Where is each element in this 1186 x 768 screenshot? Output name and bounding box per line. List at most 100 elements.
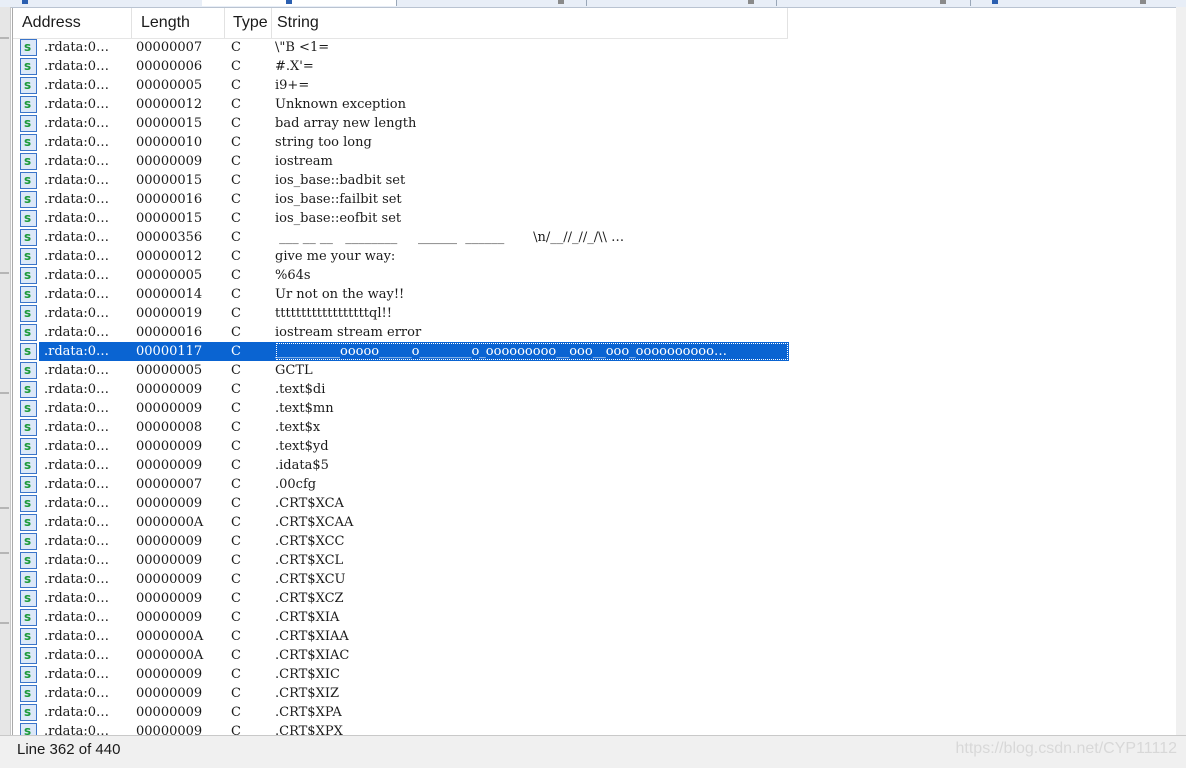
cell-string: .text$yd (275, 439, 329, 454)
cell-type: C (231, 496, 241, 511)
table-row[interactable]: s .rdata:0… 00000356 C ___ __ __ ________ _… (13, 228, 1185, 247)
table-row[interactable]: s .rdata:0… 00000009 C .CRT$XCL (13, 551, 1185, 570)
cell-address: .rdata:0… (44, 306, 110, 321)
table-row-selected[interactable]: s .rdata:0… 00000117 C __________ooooo_____o… (13, 342, 1185, 361)
table-row[interactable]: s .rdata:0… 00000005 C GCTL (13, 361, 1185, 380)
table-row[interactable]: s .rdata:0… 00000009 C .CRT$XPX (13, 722, 1185, 735)
table-row[interactable]: s .rdata:0… 0000000A C .CRT$XCAA (13, 513, 1185, 532)
tab-close-icon[interactable] (748, 0, 754, 4)
cell-type: C (231, 591, 241, 606)
table-row[interactable]: s .rdata:0… 00000010 Cstring too long (13, 133, 1185, 152)
table-row[interactable]: s .rdata:0… 00000005 Ci9+= (13, 76, 1185, 95)
cell-address: .rdata:0… (44, 211, 110, 226)
column-header-length[interactable]: Length (132, 8, 225, 38)
cell-type: C (231, 325, 241, 340)
table-row[interactable]: s .rdata:0… 00000009 C .idata$5 (13, 456, 1185, 475)
cell-string: Unknown exception (275, 97, 406, 112)
vertical-scrollbar[interactable] (1176, 7, 1186, 735)
table-row[interactable]: s .rdata:0… 00000009 C .CRT$XCC (13, 532, 1185, 551)
tab-close-icon[interactable] (558, 0, 564, 4)
cell-length: 00000009 (136, 439, 203, 454)
cell-address: .rdata:0… (44, 249, 110, 264)
table-row[interactable]: s .rdata:0… 00000016 Ciostream stream error (13, 323, 1185, 342)
cell-type: C (231, 553, 241, 568)
cell-string: .text$di (275, 382, 326, 397)
table-row[interactable]: s .rdata:0… 0000000A C .CRT$XIAA (13, 627, 1185, 646)
table-row[interactable]: s .rdata:0… 00000009 C .CRT$XIA (13, 608, 1185, 627)
table-row[interactable]: s .rdata:0… 00000008 C .text$x (13, 418, 1185, 437)
cell-string: .CRT$XIA (275, 610, 340, 625)
table-row[interactable]: s .rdata:0… 00000009 C .text$di (13, 380, 1185, 399)
table-row[interactable]: s .rdata:0… 00000012 Cgive me your way: (13, 247, 1185, 266)
table-row[interactable]: s .rdata:0… 00000015 Cios_base::eofbit set (13, 209, 1185, 228)
cell-type: C (231, 59, 241, 74)
string-item-icon: s (20, 191, 37, 208)
table-row[interactable]: s .rdata:0… 00000009 C .CRT$XPA (13, 703, 1185, 722)
string-item-icon: s (20, 533, 37, 550)
string-item-icon: s (20, 267, 37, 284)
string-item-icon: s (20, 96, 37, 113)
tab-close-icon[interactable] (1140, 0, 1146, 4)
table-row[interactable]: s .rdata:0… 0000000A C .CRT$XIAC (13, 646, 1185, 665)
string-item-icon: s (20, 381, 37, 398)
column-header-type[interactable]: Type (225, 8, 272, 38)
cell-length: 00000009 (136, 154, 203, 169)
table-row[interactable]: s .rdata:0… 00000006 C #.X'= (13, 57, 1185, 76)
cell-string: iostream (275, 154, 333, 169)
table-row[interactable]: s .rdata:0… 00000009 C .CRT$XCZ (13, 589, 1185, 608)
cell-address: .rdata:0… (44, 342, 135, 361)
table-row[interactable]: s .rdata:0… 00000009 Ciostream (13, 152, 1185, 171)
string-item-icon: s (20, 343, 37, 360)
cell-length: 00000005 (136, 363, 203, 378)
cell-address: .rdata:0… (44, 154, 110, 169)
tab-segment[interactable] (970, 0, 1186, 6)
cell-type: C (231, 135, 241, 150)
string-item-icon: s (20, 362, 37, 379)
string-item-icon: s (20, 115, 37, 132)
cell-address: .rdata:0… (44, 629, 110, 644)
table-row[interactable]: s .rdata:0… 00000009 C .text$yd (13, 437, 1185, 456)
string-item-icon: s (20, 438, 37, 455)
cell-length: 00000019 (136, 306, 203, 321)
table-row[interactable]: s .rdata:0… 00000009 C .text$mn (13, 399, 1185, 418)
cell-address: .rdata:0… (44, 439, 110, 454)
tab-segment[interactable] (0, 0, 203, 6)
table-row[interactable]: s .rdata:0… 00000015 Cios_base::badbit set (13, 171, 1185, 190)
cell-length: 00000009 (136, 382, 203, 397)
strings-list-view[interactable]: Address Length Type String s .rdata:0… 000… (12, 8, 1185, 735)
tab-close-icon[interactable] (940, 0, 946, 4)
cell-type: C (231, 648, 241, 663)
table-row[interactable]: s .rdata:0… 00000009 C .CRT$XIC (13, 665, 1185, 684)
table-row[interactable]: s .rdata:0… 00000005 C %64s (13, 266, 1185, 285)
cell-string: give me your way: (275, 249, 396, 264)
tab-segment-active[interactable] (202, 0, 397, 6)
table-row[interactable]: s .rdata:0… 00000014 C Ur not on the way!! (13, 285, 1185, 304)
cell-address: .rdata:0… (44, 59, 110, 74)
cell-address: .rdata:0… (44, 363, 110, 378)
table-row[interactable]: s .rdata:0… 00000009 C .CRT$XIZ (13, 684, 1185, 703)
cell-string: .CRT$XCU (275, 572, 346, 587)
table-row[interactable]: s .rdata:0… 00000007 C \"B <1= (13, 38, 1185, 57)
cell-type: C (231, 211, 241, 226)
string-item-icon: s (20, 419, 37, 436)
string-item-icon: s (20, 685, 37, 702)
cell-address: .rdata:0… (44, 382, 110, 397)
cell-string: .CRT$XCAA (275, 515, 354, 530)
table-row[interactable]: s .rdata:0… 00000009 C .CRT$XCA (13, 494, 1185, 513)
cell-length: 00000015 (136, 116, 203, 131)
table-row[interactable]: s .rdata:0… 00000019 Cttttttttttttttttttql!… (13, 304, 1185, 323)
table-row[interactable]: s .rdata:0… 00000009 C .CRT$XCU (13, 570, 1185, 589)
table-row[interactable]: s .rdata:0… 00000015 Cbad array new length (13, 114, 1185, 133)
column-header-address[interactable]: Address (13, 8, 132, 38)
cell-type: C (231, 667, 241, 682)
table-row[interactable]: s .rdata:0… 00000007 C .00cfg (13, 475, 1185, 494)
cell-type: C (231, 610, 241, 625)
table-row[interactable]: s .rdata:0… 00000012 C Unknown exception (13, 95, 1185, 114)
column-header-string[interactable]: String (272, 8, 788, 38)
cell-address: .rdata:0… (44, 591, 110, 606)
cell-length: 00000007 (136, 40, 203, 55)
cell-address: .rdata:0… (44, 667, 110, 682)
table-row[interactable]: s .rdata:0… 00000016 Cios_base::failbit set (13, 190, 1185, 209)
cell-address: .rdata:0… (44, 648, 110, 663)
cell-string: ttttttttttttttttttql!! (275, 306, 392, 321)
